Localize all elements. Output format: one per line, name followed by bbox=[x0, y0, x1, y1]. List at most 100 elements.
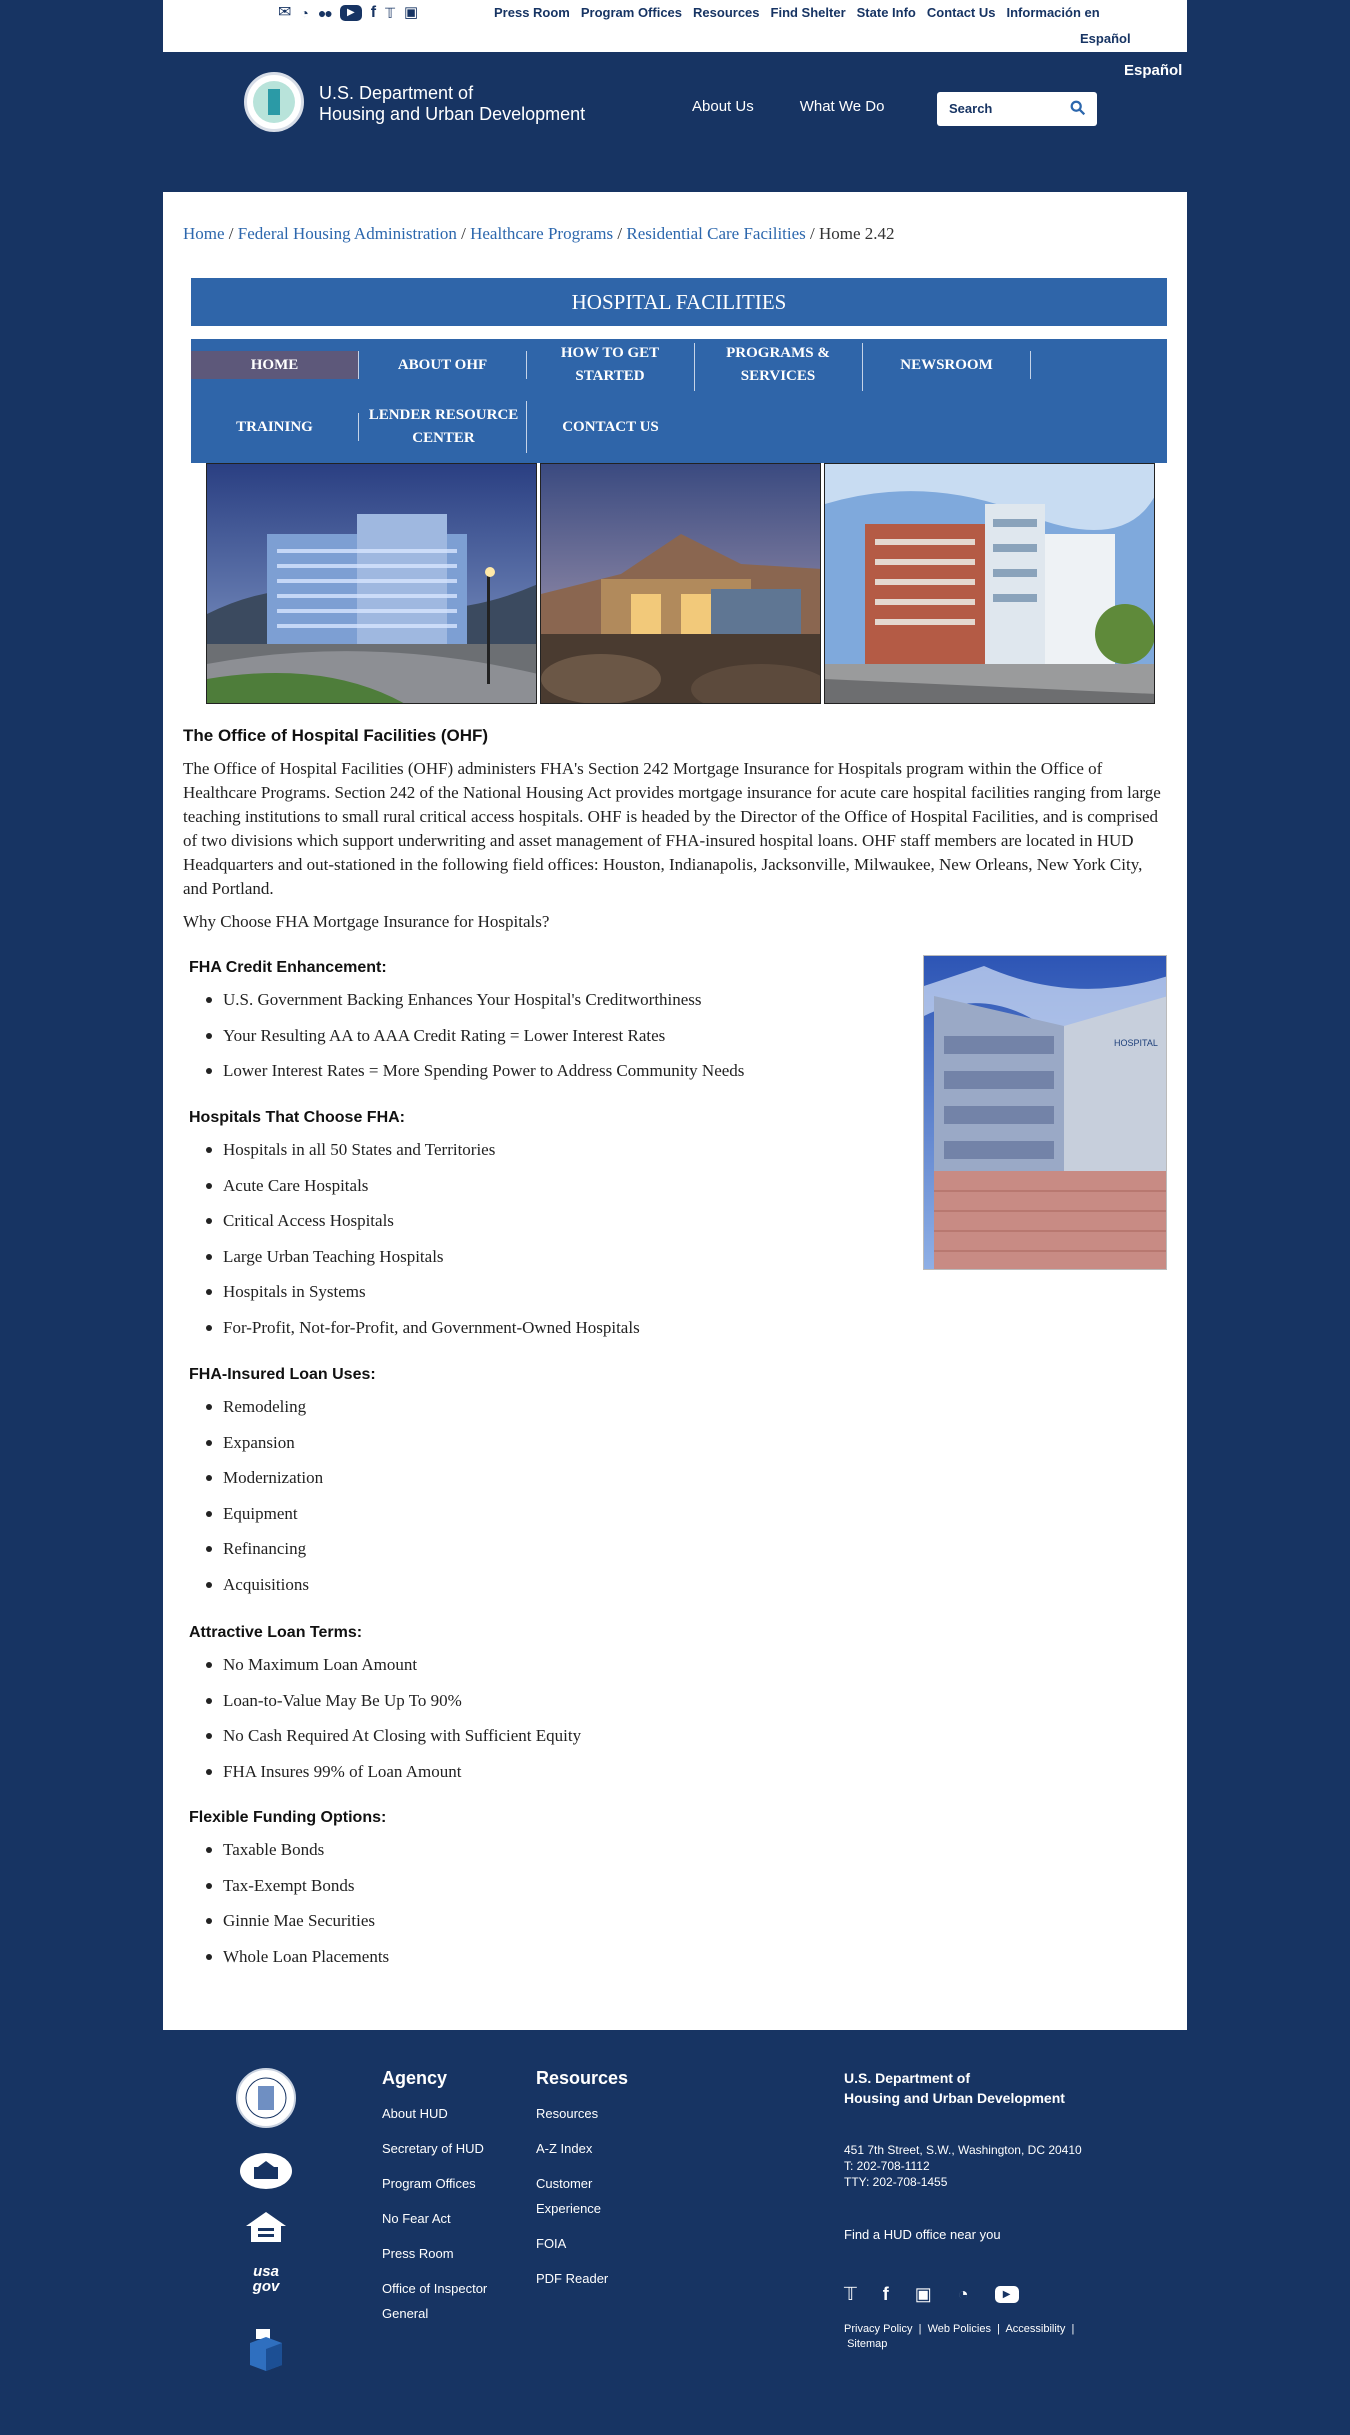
hospital-photo-1 bbox=[206, 463, 537, 704]
hf-nav-how-to-get-started[interactable]: HOW TO GET STARTED bbox=[535, 341, 685, 389]
list-item: Modernization bbox=[205, 1468, 323, 1504]
breadcrumb-current: Home 2.42 bbox=[819, 224, 895, 243]
rss-icon[interactable]: ◔ bbox=[300, 3, 308, 23]
twitter-icon[interactable]: 𝕋 bbox=[385, 3, 395, 23]
breadcrumb-home[interactable]: Home bbox=[183, 224, 225, 243]
main-nav: About Us What We Do bbox=[692, 98, 884, 115]
list-item: Ginnie Mae Securities bbox=[205, 1911, 389, 1947]
nav-what-we-do[interactable]: What We Do bbox=[800, 98, 885, 115]
footer-link-privacy[interactable]: Privacy Policy bbox=[844, 2323, 912, 2335]
list-item: No Maximum Loan Amount bbox=[205, 1655, 581, 1691]
agency-name[interactable]: U.S. Department of Housing and Urban Dev… bbox=[319, 83, 585, 125]
white-house-icon[interactable] bbox=[240, 2153, 292, 2189]
list-hospitals: Hospitals in all 50 States and Territori… bbox=[206, 1140, 640, 1353]
footer-link-about-hud[interactable]: About HUD bbox=[382, 2101, 448, 2126]
list-item: Taxable Bonds bbox=[205, 1840, 389, 1876]
list-item: Tax-Exempt Bonds bbox=[205, 1876, 389, 1912]
hf-nav-home[interactable]: HOME bbox=[191, 351, 358, 379]
hf-nav-programs-services[interactable]: PROGRAMS & SERVICES bbox=[703, 341, 853, 389]
list-item: Lower Interest Rates = More Spending Pow… bbox=[205, 1061, 744, 1097]
list-item: FHA Insures 99% of Loan Amount bbox=[205, 1762, 581, 1798]
instagram-icon[interactable]: ▣ bbox=[404, 3, 418, 23]
equal-housing-icon[interactable] bbox=[244, 2210, 288, 2244]
util-link-informacion[interactable]: Información en bbox=[1007, 4, 1100, 22]
footer-link-secretary[interactable]: Secretary of HUD bbox=[382, 2136, 484, 2161]
hospital-tower-photo: HOSPITAL bbox=[923, 955, 1167, 1270]
search-icon[interactable] bbox=[1069, 99, 1087, 117]
list-credit: U.S. Government Backing Enhances Your Ho… bbox=[205, 990, 744, 1097]
search-box bbox=[937, 92, 1097, 126]
footer-resources-heading: Resources bbox=[536, 2068, 629, 2088]
footer-link-resources[interactable]: Resources bbox=[536, 2101, 598, 2126]
footer-link-no-fear-act[interactable]: No Fear Act bbox=[382, 2206, 451, 2231]
why-choose-text: Why Choose FHA Mortgage Insurance for Ho… bbox=[183, 912, 550, 931]
usagov-icon[interactable]: usa gov bbox=[242, 2264, 290, 2300]
list-item: Acquisitions bbox=[205, 1575, 323, 1611]
list-loan-terms: No Maximum Loan Amount Loan-to-Value May… bbox=[205, 1655, 581, 1798]
list-item: Expansion bbox=[205, 1433, 323, 1469]
hf-nav-lender-resource-center[interactable]: LENDER RESOURCE CENTER bbox=[361, 403, 526, 451]
footer-agency-heading: Agency bbox=[382, 2068, 448, 2088]
list-loan-uses: Remodeling Expansion Modernization Equip… bbox=[205, 1397, 323, 1611]
footer-hud-seal[interactable] bbox=[236, 2068, 296, 2128]
hf-nav-newsroom[interactable]: NEWSROOM bbox=[863, 347, 1030, 383]
util-link-find-shelter[interactable]: Find Shelter bbox=[771, 4, 846, 22]
footer-link-foia[interactable]: FOIA bbox=[536, 2231, 566, 2256]
util-link-press-room[interactable]: Press Room bbox=[494, 4, 570, 22]
list-item: Remodeling bbox=[205, 1397, 323, 1433]
footer-link-accessibility[interactable]: Accessibility bbox=[1005, 2323, 1065, 2335]
hospital-photo-2 bbox=[540, 463, 821, 704]
espanol-link[interactable]: Español bbox=[1124, 62, 1182, 79]
breadcrumb-healthcare[interactable]: Healthcare Programs bbox=[470, 224, 613, 243]
footer-link-az-index[interactable]: A-Z Index bbox=[536, 2136, 592, 2161]
util-link-informacion-wrap[interactable]: Español bbox=[1080, 31, 1131, 46]
list-item: Your Resulting AA to AAA Credit Rating =… bbox=[205, 1026, 744, 1062]
breadcrumb-fha[interactable]: Federal Housing Administration bbox=[238, 224, 457, 243]
rss-icon[interactable]: ◔ bbox=[958, 2284, 969, 2305]
list-item: Whole Loan Placements bbox=[205, 1947, 389, 1983]
facebook-icon[interactable]: f bbox=[883, 2284, 889, 2305]
agency-name-line1: U.S. Department of bbox=[319, 83, 474, 103]
youtube-icon[interactable]: ▶ bbox=[994, 2286, 1019, 2303]
footer-link-program-offices[interactable]: Program Offices bbox=[382, 2171, 476, 2196]
hf-nav-about-ohf[interactable]: ABOUT OHF bbox=[359, 347, 526, 383]
breadcrumb: Home / Federal Housing Administration / … bbox=[183, 224, 895, 243]
hospital-photo-3 bbox=[824, 463, 1155, 704]
instagram-icon[interactable]: ▣ bbox=[915, 2284, 932, 2305]
hud-seal-logo[interactable] bbox=[244, 72, 304, 132]
list-item: Equipment bbox=[205, 1504, 323, 1540]
facebook-icon[interactable]: f bbox=[371, 3, 376, 23]
svg-text:HOSPITAL: HOSPITAL bbox=[1114, 1038, 1158, 1048]
nav-about-us[interactable]: About Us bbox=[692, 98, 754, 115]
util-link-contact-us[interactable]: Contact Us bbox=[927, 4, 996, 22]
util-link-program-offices[interactable]: Program Offices bbox=[581, 4, 682, 22]
footer-link-pdf-reader[interactable]: PDF Reader bbox=[536, 2266, 608, 2291]
list-item: Large Urban Teaching Hospitals bbox=[206, 1247, 640, 1283]
util-link-state-info[interactable]: State Info bbox=[857, 4, 916, 22]
footer-link-customer-experience[interactable]: Customer Experience bbox=[536, 2171, 601, 2221]
list-item: Loan-to-Value May Be Up To 90% bbox=[205, 1691, 581, 1727]
footer-link-inspector-general[interactable]: Office of Inspector General bbox=[382, 2276, 487, 2326]
footer-find-office-link[interactable]: Find a HUD office near you bbox=[844, 2222, 1001, 2247]
mail-icon[interactable]: ✉ bbox=[278, 3, 291, 23]
footer-link-sitemap[interactable]: Sitemap bbox=[847, 2338, 887, 2350]
util-link-resources[interactable]: Resources bbox=[693, 4, 759, 22]
ohf-intro: The Office of Hospital Facilities (OHF) … bbox=[183, 759, 1161, 898]
mailbox-icon[interactable] bbox=[246, 2325, 286, 2373]
list-funding: Taxable Bonds Tax-Exempt Bonds Ginnie Ma… bbox=[205, 1840, 389, 1983]
footer-link-press-room[interactable]: Press Room bbox=[382, 2241, 454, 2266]
hf-nav-training[interactable]: TRAINING bbox=[191, 409, 358, 445]
footer-link-web-policies[interactable]: Web Policies bbox=[928, 2323, 991, 2335]
hf-nav-contact-us[interactable]: CONTACT US bbox=[527, 409, 694, 445]
list-item: Critical Access Hospitals bbox=[206, 1211, 640, 1247]
youtube-icon[interactable]: ▶ bbox=[339, 5, 362, 21]
twitter-icon[interactable]: 𝕋 bbox=[844, 2284, 857, 2305]
flickr-icon[interactable]: ●● bbox=[318, 3, 333, 23]
utility-links: Press Room Program Offices Resources Find S… bbox=[494, 4, 1174, 22]
section-heading-loan-terms: Attractive Loan Terms: bbox=[189, 1624, 363, 1641]
breadcrumb-residential[interactable]: Residential Care Facilities bbox=[626, 224, 805, 243]
footer-social-icons: 𝕋 f ▣ ◔ ▶ bbox=[844, 2284, 1019, 2305]
footer-address: 451 7th Street, S.W., Washington, DC 204… bbox=[844, 2143, 1082, 2189]
list-item: Hospitals in Systems bbox=[206, 1282, 640, 1318]
search-input[interactable] bbox=[949, 101, 1059, 116]
